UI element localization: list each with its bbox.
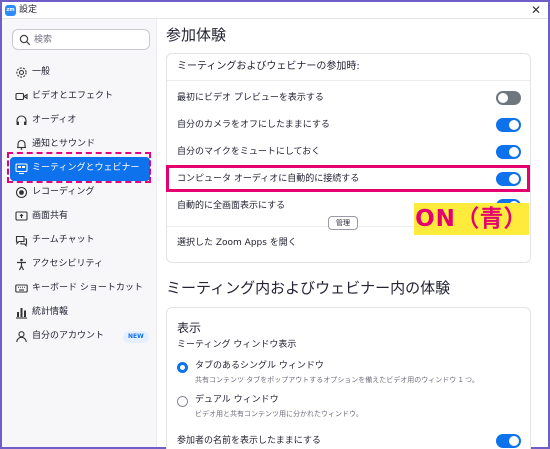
window-title: 設定	[19, 5, 38, 15]
sidebar-item-statistics[interactable]: 統計情報	[10, 301, 150, 325]
fullscreen-label: 自動的に全画面表示にする	[177, 201, 286, 211]
sidebar-item-label: チームチャット	[32, 235, 95, 245]
show-names-label: 参加者の名前を表示したままにする	[177, 436, 321, 446]
window-display-label: ミーティング ウィンドウ表示	[177, 340, 297, 350]
search-icon	[19, 34, 31, 46]
mute-mic-toggle[interactable]	[496, 145, 521, 159]
sidebar-item-team-chat[interactable]: チームチャット	[10, 229, 150, 253]
sidebar-item-label: 一般	[32, 67, 51, 77]
active-item-annotation	[7, 152, 151, 183]
zoom-app-icon: zm	[5, 5, 16, 16]
single-window-radio[interactable]	[177, 362, 188, 373]
video-preview-toggle[interactable]	[496, 91, 521, 105]
chat-icon	[15, 235, 28, 247]
sidebar-item-general[interactable]: 一般	[10, 61, 150, 85]
sidebar-item-label: アクセシビリティ	[32, 259, 104, 269]
sidebar-item-label: 統計情報	[32, 307, 69, 317]
sidebar-item-label: オーディオ	[32, 115, 77, 125]
zoom-apps-label: 選択した Zoom Apps を開く	[177, 238, 297, 248]
sidebar-item-label: レコーディング	[32, 187, 95, 197]
auto-audio-highlight	[166, 165, 530, 192]
video-preview-label: 最初にビデオ プレビューを表示する	[177, 93, 324, 103]
sidebar-item-label: 自分のアカウント	[32, 331, 105, 341]
divider	[167, 80, 530, 81]
page-title: 参加体験	[166, 26, 227, 44]
sidebar-item-label: 通知とサウンド	[32, 139, 96, 149]
camera-off-label: 自分のカメラをオフにしたままにする	[177, 120, 330, 130]
headphones-icon	[16, 115, 27, 125]
sidebar-item-accessibility[interactable]: アクセシビリティ	[10, 253, 150, 277]
new-badge: NEW	[123, 331, 149, 343]
show-names-toggle[interactable]	[496, 434, 521, 448]
screen-share-icon	[15, 211, 28, 221]
camera-off-toggle[interactable]	[496, 118, 521, 132]
close-window-button[interactable]: ✕	[531, 3, 541, 17]
settings-sidebar: 検索 一般 ビデオとエフェクト オーディオ 通知とサウンド ミーティングとウェビ…	[2, 19, 157, 447]
single-window-desc: 共有コンテンツ タブをポップアウトするオプションを備えたビデオ用のウィンドウ 1…	[195, 376, 479, 384]
video-camera-icon	[15, 92, 28, 101]
sidebar-item-screen-share[interactable]: 画面共有	[10, 205, 150, 229]
mute-mic-label: 自分のマイクをミュートにしておく	[177, 147, 321, 157]
statistics-icon	[16, 308, 27, 319]
sidebar-item-label: キーボード ショートカット	[32, 283, 143, 293]
card-heading: ミーティングおよびウェビナーの参加時:	[177, 61, 360, 72]
dual-window-radio[interactable]	[177, 396, 188, 407]
title-bar: zm 設定 ✕	[2, 2, 548, 19]
display-settings-card: 表示 ミーティング ウィンドウ表示 タブのあるシングル ウィンドウ 共有コンテン…	[166, 307, 531, 449]
gear-icon	[16, 67, 27, 78]
sidebar-item-recording[interactable]: レコーディング	[10, 181, 150, 205]
sidebar-item-label: 画面共有	[32, 211, 69, 221]
record-icon	[15, 186, 28, 199]
search-placeholder: 検索	[34, 35, 53, 45]
on-annotation-label: ON（青）	[414, 203, 529, 235]
sidebar-item-video[interactable]: ビデオとエフェクト	[10, 85, 150, 109]
sidebar-item-audio[interactable]: オーディオ	[10, 109, 150, 133]
dual-window-desc: ビデオ用と共有コンテンツ用に分かれたウィンドウ。	[195, 410, 363, 418]
display-heading: 表示	[177, 321, 202, 335]
keyboard-icon	[15, 284, 28, 293]
sidebar-item-account[interactable]: 自分のアカウント NEW	[10, 325, 150, 349]
accessibility-icon	[17, 258, 26, 271]
manage-button[interactable]: 管理	[328, 216, 358, 230]
account-icon	[16, 331, 27, 343]
sidebar-item-label: ビデオとエフェクト	[32, 91, 114, 101]
dual-window-label: デュアル ウィンドウ	[195, 395, 279, 405]
sidebar-item-keyboard-shortcuts[interactable]: キーボード ショートカット	[10, 277, 150, 301]
bell-icon	[17, 139, 26, 150]
section-title-in-meeting: ミーティング内およびウェビナー内の体験	[166, 279, 451, 297]
single-window-label: タブのあるシングル ウィンドウ	[195, 361, 324, 371]
search-input[interactable]: 検索	[12, 29, 150, 50]
